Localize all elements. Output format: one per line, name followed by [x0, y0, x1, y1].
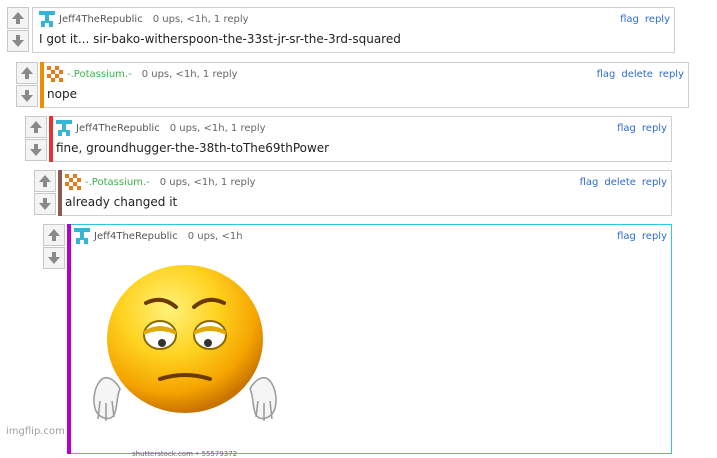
arrow-up-icon	[48, 229, 60, 241]
arrow-up-icon	[30, 121, 42, 133]
thread-color-bar	[40, 62, 44, 108]
arrow-down-icon	[30, 144, 42, 156]
comment-meta: 0 ups, <1h, 1 reply	[159, 176, 256, 188]
reply-link[interactable]: reply	[642, 177, 667, 188]
flag-link[interactable]: flag	[597, 69, 616, 80]
upvote-button[interactable]	[7, 7, 29, 29]
arrow-down-icon	[39, 198, 51, 210]
upvote-button[interactable]	[43, 224, 65, 246]
stock-caption: shutterstock.com • 55579372	[132, 450, 238, 458]
upvote-button[interactable]	[25, 116, 47, 138]
orange-pixel-avatar-icon[interactable]	[65, 174, 81, 190]
arrow-down-icon	[12, 35, 24, 47]
vote-controls	[25, 116, 49, 162]
comment-box: -.Potassium.- 0 ups, <1h, 1 reply flag d…	[40, 62, 689, 108]
flag-link[interactable]: flag	[617, 231, 636, 242]
comment-meta: 0 ups, <1h, 1 reply	[152, 13, 249, 25]
downvote-button[interactable]	[43, 247, 65, 269]
cyan-pixel-avatar-icon[interactable]	[74, 228, 90, 244]
comment-box: Jeff4TheRepublic 0 ups, <1h, 1 reply fla…	[32, 7, 675, 53]
vote-controls	[34, 170, 58, 216]
cyan-pixel-avatar-icon[interactable]	[39, 11, 55, 27]
arrow-up-icon	[39, 175, 51, 187]
reply-link[interactable]: reply	[642, 123, 667, 134]
comment-box: Jeff4TheRepublic 0 ups, <1h, 1 reply fla…	[49, 116, 672, 162]
delete-link[interactable]: delete	[621, 69, 653, 80]
username[interactable]: Jeff4TheRepublic	[94, 231, 178, 242]
sad-emoji-icon	[93, 265, 277, 421]
upvote-button[interactable]	[34, 170, 56, 192]
vote-controls	[7, 7, 31, 53]
arrow-up-icon	[21, 67, 33, 79]
comment-text: I got it... sir-bako-witherspoon-the-33s…	[39, 32, 401, 46]
sad-emoji-image[interactable]: shutterstock.com • 55579372	[80, 251, 290, 458]
username[interactable]: Jeff4TheRepublic	[76, 123, 160, 134]
comment-meta: 0 ups, <1h, 1 reply	[169, 122, 266, 134]
username[interactable]: Jeff4TheRepublic	[59, 14, 143, 25]
thread-color-bar	[67, 224, 71, 454]
flag-link[interactable]: flag	[617, 123, 636, 134]
comment-text: already changed it	[65, 195, 178, 209]
flag-link[interactable]: flag	[580, 177, 599, 188]
orange-pixel-avatar-icon[interactable]	[47, 66, 63, 82]
flag-link[interactable]: flag	[620, 14, 639, 25]
username[interactable]: -.Potassium.-	[85, 177, 150, 188]
upvote-button[interactable]	[16, 62, 38, 84]
downvote-button[interactable]	[34, 193, 56, 215]
delete-link[interactable]: delete	[604, 177, 636, 188]
vote-controls	[43, 224, 67, 270]
downvote-button[interactable]	[7, 30, 29, 52]
comment-box: -.Potassium.- 0 ups, <1h, 1 reply flag d…	[58, 170, 672, 216]
username[interactable]: -.Potassium.-	[67, 69, 132, 80]
reply-link[interactable]: reply	[645, 14, 670, 25]
reply-link[interactable]: reply	[659, 69, 684, 80]
thread-color-bar	[58, 170, 62, 216]
thread-color-bar	[49, 116, 53, 162]
comment-meta: 0 ups, <1h	[187, 230, 243, 242]
imgflip-watermark: imgflip.com	[6, 426, 65, 437]
vote-controls	[16, 62, 40, 108]
arrow-up-icon	[12, 12, 24, 24]
comment-text: nope	[47, 87, 77, 101]
cyan-pixel-avatar-icon[interactable]	[56, 120, 72, 136]
arrow-down-icon	[21, 90, 33, 102]
downvote-button[interactable]	[16, 85, 38, 107]
arrow-down-icon	[48, 252, 60, 264]
comment-text: fine, groundhugger-the-38th-toThe69thPow…	[56, 141, 330, 155]
comment-box: Jeff4TheRepublic 0 ups, <1h flag reply s…	[67, 224, 672, 458]
reply-link[interactable]: reply	[642, 231, 667, 242]
downvote-button[interactable]	[25, 139, 47, 161]
comment-meta: 0 ups, <1h, 1 reply	[141, 68, 238, 80]
